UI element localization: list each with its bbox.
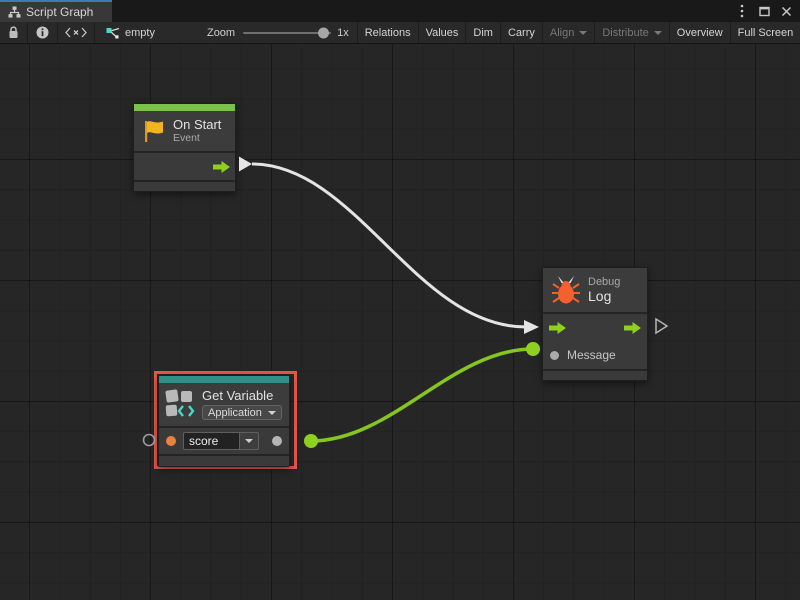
tab-script-graph[interactable]: Script Graph	[0, 0, 112, 22]
variable-color-bar	[159, 376, 289, 383]
wire-control	[252, 164, 526, 327]
hierarchy-graph-icon	[8, 6, 21, 18]
chevron-down-icon	[245, 439, 253, 443]
node-footer	[159, 456, 289, 466]
maximize-icon[interactable]	[756, 3, 772, 19]
node-on-start[interactable]: On Start Event	[133, 103, 236, 192]
wire-layer	[0, 44, 800, 600]
angle-brackets-x-icon	[65, 27, 87, 38]
chevron-down-icon	[268, 411, 276, 415]
value-inspection-button[interactable]	[58, 22, 95, 43]
script-graph-window: Script Graph	[0, 0, 800, 600]
zoom-control: Zoom 1x	[207, 22, 357, 43]
wire-value	[311, 349, 533, 441]
chevron-down-icon	[579, 31, 587, 35]
overview-button[interactable]: Overview	[670, 22, 731, 43]
variable-name-dropdown[interactable]	[240, 432, 259, 450]
node-title: On Start	[173, 117, 221, 132]
lock-button[interactable]	[0, 22, 28, 43]
lock-icon	[8, 26, 19, 39]
full-screen-button[interactable]: Full Screen	[731, 22, 800, 43]
info-button[interactable]	[28, 22, 58, 43]
graph-canvas[interactable]: On Start Event	[0, 44, 800, 600]
carry-button[interactable]: Carry	[501, 22, 543, 43]
info-icon	[36, 26, 49, 39]
graph-breadcrumb-label: empty	[125, 27, 155, 39]
variable-name-input-port[interactable]	[166, 436, 176, 446]
chevron-down-icon	[654, 31, 662, 35]
flag-icon	[142, 119, 166, 143]
tab-title: Script Graph	[26, 5, 93, 19]
unconnected-flow-triangle[interactable]	[656, 319, 667, 333]
distribute-dropdown-button[interactable]: Distribute	[595, 22, 669, 43]
zoom-slider-handle[interactable]	[318, 27, 329, 38]
variable-name-field[interactable]: score	[183, 432, 240, 450]
flow-output-port[interactable]	[624, 322, 641, 334]
message-port-label: Message	[567, 348, 616, 362]
variable-icon	[165, 388, 195, 419]
toolbar-right-buttons: Relations Values Dim Carry Align Distrib…	[357, 22, 800, 43]
window-menu-kebab-icon[interactable]	[734, 3, 750, 19]
wire-source-triangle[interactable]	[239, 157, 252, 172]
message-input-port[interactable]	[550, 351, 559, 360]
values-button[interactable]: Values	[419, 22, 467, 43]
bug-icon	[551, 274, 581, 306]
node-title: Log	[588, 289, 620, 304]
wire-endpoint-dot[interactable]	[526, 342, 540, 356]
unconnected-value-circle[interactable]	[144, 435, 155, 446]
close-icon[interactable]	[778, 3, 794, 19]
node-debug-log[interactable]: Debug Log Message	[542, 267, 648, 381]
wire-arrowhead	[524, 320, 539, 334]
node-get-variable[interactable]: Get Variable Application score	[158, 375, 290, 467]
node-footer	[134, 182, 235, 191]
zoom-value: 1x	[337, 27, 349, 39]
titlebar: Script Graph	[0, 0, 800, 22]
relations-button[interactable]: Relations	[358, 22, 419, 43]
dim-button[interactable]: Dim	[466, 22, 501, 43]
node-title: Get Variable	[202, 388, 282, 403]
zoom-label: Zoom	[207, 27, 235, 39]
flow-output-port[interactable]	[213, 161, 230, 173]
node-subtitle: Event	[173, 132, 221, 145]
graph-nodes-icon	[106, 27, 120, 39]
graph-toolbar: empty Zoom 1x Relations Values Dim Carry…	[0, 22, 800, 44]
graph-breadcrumb[interactable]: empty	[98, 22, 163, 43]
zoom-slider[interactable]	[243, 22, 331, 44]
wire-endpoint-dot[interactable]	[304, 434, 318, 448]
event-color-bar	[134, 104, 235, 111]
flow-input-port[interactable]	[549, 322, 566, 334]
variable-scope-dropdown[interactable]: Application	[202, 405, 282, 420]
node-footer	[543, 371, 647, 380]
window-controls	[734, 0, 798, 22]
value-output-port[interactable]	[272, 436, 282, 446]
align-dropdown-button[interactable]: Align	[543, 22, 595, 43]
